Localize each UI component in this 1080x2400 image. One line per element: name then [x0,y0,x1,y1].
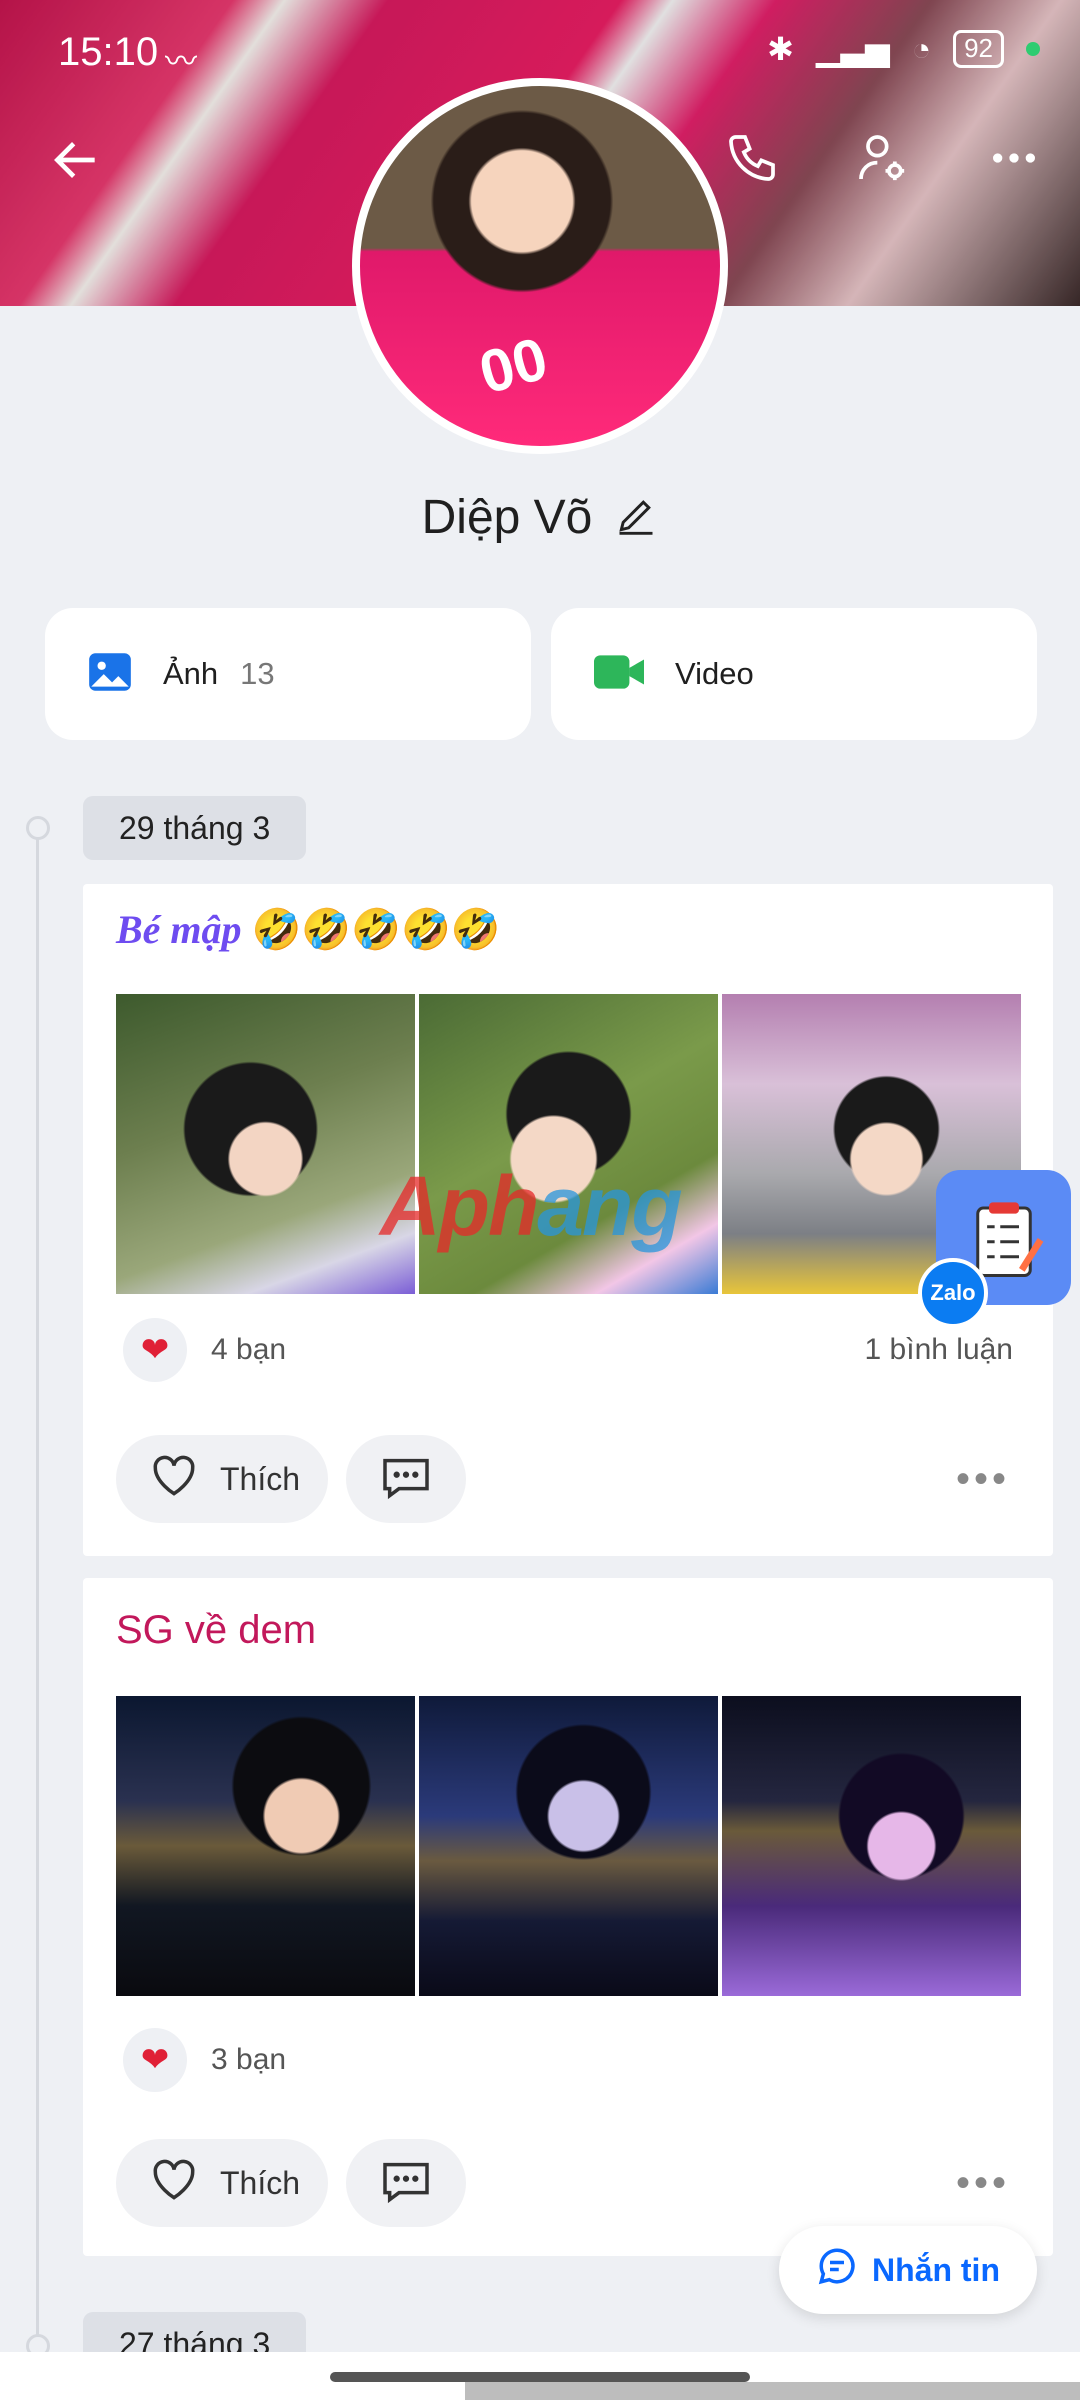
floating-notes-widget[interactable]: Zalo [918,1170,1073,1328]
edit-pencil-icon[interactable] [614,493,658,542]
chat-bubble-icon [816,2245,858,2295]
back-arrow-icon[interactable] [36,120,116,200]
timeline-line [36,826,39,2366]
comment-button[interactable] [346,1435,467,1523]
photo-grid [116,1696,1021,1996]
like-label: Thích [220,1460,301,1497]
signal-icon: ▁▃▅ [815,31,890,67]
avatar-shirt-text: 00 [472,324,555,407]
wifi-icon: ◔ [911,30,932,67]
post-title-text: Bé mập [116,907,242,952]
profile-name: Diệp Võ [421,491,593,544]
post-more-icon[interactable]: ••• [956,2161,1010,2206]
like-label: Thích [220,2164,301,2201]
avatar[interactable]: 00 [352,78,728,454]
battery-icon: 92 [953,30,1004,68]
date-chip: 29 tháng 3 [83,796,307,860]
reaction-count[interactable]: 4 bạn [211,1333,286,1367]
laughing-emoji: 🤣🤣🤣🤣🤣 [251,907,501,952]
heart-outline-icon [146,2151,202,2215]
like-button[interactable]: Thích [116,2139,329,2227]
heart-outline-icon [146,1447,202,1511]
status-icons: ✱ ▁▃▅ ◔ 92 [767,30,1040,68]
video-label: Video [675,656,754,691]
photos-card[interactable]: Ảnh 13 [45,608,531,740]
action-row: Thích ••• [116,2138,1020,2228]
post-photo[interactable] [116,1696,415,1996]
post-title: Bé mập 🤣🤣🤣🤣🤣 [116,906,501,953]
zalo-badge: Zalo [918,1258,988,1328]
profile-settings-icon[interactable] [842,118,922,198]
heart-rate-icon: 〰 [165,43,198,79]
more-options-icon[interactable] [974,118,1054,198]
reaction-row: ❤ 4 bạn 1 bình luận [123,1318,1013,1382]
heart-reaction-icon[interactable]: ❤ [123,1318,187,1382]
status-time: 15:10 [58,30,159,74]
video-camera-icon [591,647,647,702]
scrollbar[interactable] [465,2382,1080,2400]
photos-label: Ảnh [163,656,219,691]
message-button[interactable]: Nhắn tin [779,2226,1037,2314]
like-button[interactable]: Thích [116,1435,329,1523]
phone-icon[interactable] [712,118,792,198]
heart-reaction-icon[interactable]: ❤ [123,2028,187,2092]
watermark-part2: ang [537,1159,682,1253]
reaction-row: ❤ 3 bạn [123,2028,1013,2092]
post-photo[interactable] [722,1696,1021,1996]
message-label: Nhắn tin [872,2251,1000,2288]
comment-icon [378,1449,434,1510]
action-row: Thích ••• [116,1434,1020,1524]
comment-count[interactable]: 1 bình luận [865,1333,1013,1367]
watermark-part1: Aph [380,1159,539,1253]
home-indicator[interactable] [330,2372,750,2382]
reaction-count[interactable]: 3 bạn [211,2043,286,2077]
post-more-icon[interactable]: ••• [956,1457,1010,1502]
timeline-dot [26,816,50,840]
post-title: SG về dem [116,1608,317,1652]
image-icon [85,647,135,702]
privacy-dot [1026,42,1040,56]
profile-name-row: Diệp Võ [0,490,1080,545]
watermark-logo: Aphang [380,1158,683,1255]
post-photo[interactable] [419,1696,718,1996]
photos-count: 13 [240,656,275,691]
bluetooth-icon: ✱ [767,31,794,67]
post-card[interactable]: SG về dem ❤ 3 bạn Thích ••• [83,1578,1053,2256]
video-card[interactable]: Video [551,608,1037,740]
comment-icon [378,2153,434,2214]
post-photo[interactable] [116,994,415,1294]
comment-button[interactable] [346,2139,467,2227]
